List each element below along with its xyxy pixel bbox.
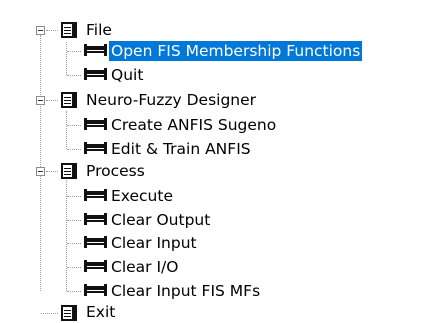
command-icon — [84, 189, 107, 201]
tree-item-clear-io[interactable]: Clear I/O — [109, 257, 180, 277]
tree-connector — [67, 125, 81, 126]
tree-item-neuro-fuzzy-designer[interactable]: Neuro-Fuzzy Designer — [84, 90, 258, 110]
menu-tree: File Open FIS Membership Functions Quit … — [0, 0, 437, 323]
command-icon — [84, 213, 107, 225]
collapse-icon[interactable] — [36, 26, 45, 35]
tree-item-clear-input[interactable]: Clear Input — [109, 233, 199, 253]
tree-connector — [40, 35, 41, 291]
tree-connector — [67, 51, 81, 52]
collapse-icon[interactable] — [36, 96, 45, 105]
command-icon — [84, 284, 107, 296]
tree-item-create-anfis-sugeno[interactable]: Create ANFIS Sugeno — [109, 115, 278, 135]
tree-connector — [46, 171, 58, 172]
tree-item-execute[interactable]: Execute — [109, 186, 175, 206]
tree-item-clear-input-fis-mfs[interactable]: Clear Input FIS MFs — [109, 281, 262, 301]
tree-item-quit[interactable]: Quit — [109, 65, 145, 85]
tree-connector — [67, 196, 81, 197]
command-icon — [84, 118, 107, 130]
tree-item-exit[interactable]: Exit — [84, 302, 117, 322]
tree-item-clear-output[interactable]: Clear Output — [109, 210, 212, 230]
tree-connector — [67, 291, 81, 292]
tree-item-open-fis-membership-functions[interactable]: Open FIS Membership Functions — [107, 40, 364, 62]
command-icon — [84, 142, 107, 154]
tree-connector — [46, 100, 58, 101]
tree-item-edit-train-anfis[interactable]: Edit & Train ANFIS — [109, 139, 253, 159]
document-icon — [61, 92, 77, 108]
tree-connector — [67, 220, 81, 221]
tree-connector — [67, 149, 81, 150]
tree-connector — [67, 243, 81, 244]
document-icon — [61, 163, 77, 179]
document-icon — [61, 22, 77, 38]
command-icon — [84, 68, 107, 80]
tree-connector — [41, 313, 58, 314]
tree-connector — [66, 42, 67, 75]
command-icon — [84, 44, 107, 56]
document-icon — [61, 305, 77, 321]
tree-connector — [67, 267, 81, 268]
collapse-icon[interactable] — [36, 167, 45, 176]
tree-item-file[interactable]: File — [84, 20, 114, 40]
command-icon — [84, 260, 107, 272]
tree-connector — [67, 75, 81, 76]
command-icon — [84, 236, 107, 248]
tree-connector — [46, 30, 58, 31]
tree-item-process[interactable]: Process — [84, 161, 147, 181]
tree-connector — [66, 111, 67, 149]
